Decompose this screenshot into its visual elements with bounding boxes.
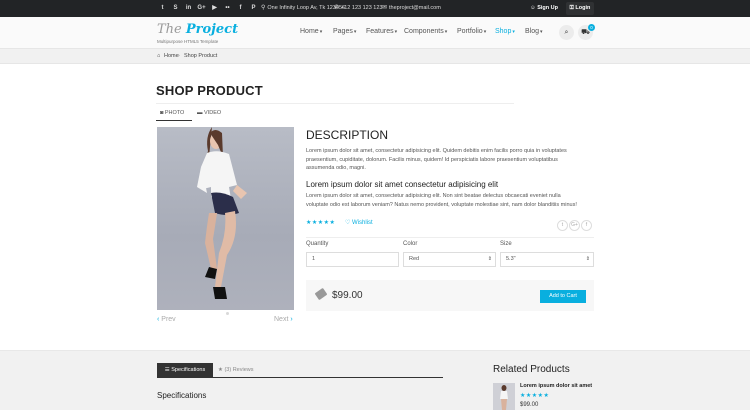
address-info: ⚲ One Infinity Loop Av, Tk 123456 [261,0,345,17]
quantity-label: Quantity [306,241,329,247]
login-button[interactable]: ⚿ Login [566,2,594,15]
phone-icon: ✆ [334,5,340,11]
home-icon: ⌂ [157,53,161,59]
breadcrumb-current: Shop Product [184,53,218,59]
nav-components[interactable]: Components▾ [404,28,447,35]
signup-label: Sign Up [537,5,558,11]
envelope-icon: ✉ [382,5,388,11]
phone-text: +12 123 123 123 [341,5,383,11]
title-divider [156,103,514,104]
rating-stars: ★★★★★ [306,220,336,226]
select-arrows-icon: ⇕ [487,256,492,262]
email-info[interactable]: ✉ theproject@mail.com [382,0,441,17]
facebook-icon[interactable]: f [235,0,246,17]
chevron-down-icon: ▾ [353,29,357,35]
logo[interactable]: The Project [157,22,238,37]
chevron-down-icon: ▾ [483,29,487,35]
video-icon: ▬ [197,110,205,116]
chevron-down-icon: ▾ [394,29,398,35]
skype-icon[interactable]: S [170,0,181,17]
top-bar: t S in G+ ▶ •• f P ⚲ One Infinity Loop Av… [0,0,750,17]
chevron-down-icon: ▾ [540,29,543,35]
logo-prefix: The [157,22,182,37]
wishlist-link[interactable]: ♡ Wishlist [345,219,373,226]
color-select[interactable]: Red ⇕ [403,252,496,267]
youtube-icon[interactable]: ▶ [209,0,220,17]
description-paragraph-1: Lorem ipsum dolor sit amet, consectetur … [306,148,567,172]
quantity-input[interactable]: 1 [306,252,399,267]
size-label: Size [500,241,512,247]
header: The Project Multipurpose HTML5 Template … [0,17,750,48]
specifications-heading: Specifications [157,391,207,400]
flickr-icon[interactable]: •• [222,0,233,17]
login-label: Login [575,5,591,11]
description-subheading: Lorem ipsum dolor sit amet consectetur a… [306,180,499,189]
carousel-dots[interactable] [221,302,231,315]
logo-main: Project [185,22,239,37]
twitter-share-icon[interactable]: t [557,220,568,231]
nav-portfolio[interactable]: Portfolio▾ [457,28,486,35]
linkedin-icon[interactable]: in [183,0,194,17]
description-heading: DESCRIPTION [306,128,389,142]
tab-reviews[interactable]: ★ (3) Reviews [218,363,254,377]
nav-shop[interactable]: Shop▾ [495,28,515,35]
active-tab-underline [156,120,192,121]
nav-home[interactable]: Home▾ [300,28,322,35]
chevron-right-icon: › [288,316,293,323]
nav-blog[interactable]: Blog▾ [525,28,543,35]
related-products-heading: Related Products [493,364,570,375]
price: $99.00 [332,290,363,301]
twitter-icon[interactable]: t [157,0,168,17]
related-product-stars: ★★★★★ [520,393,550,399]
map-marker-icon: ⚲ [261,5,266,11]
facebook-share-icon[interactable]: f [581,220,592,231]
chevron-down-icon: ▾ [512,29,515,35]
related-product-name[interactable]: Lorem ipsum dolor sit amet [520,383,592,389]
pinterest-icon[interactable]: P [248,0,259,17]
carousel-prev[interactable]: ‹ Prev [157,316,176,323]
tab-specifications[interactable]: ☰ Specifications [157,363,213,377]
tagline: Multipurpose HTML5 Template [157,39,219,44]
breadcrumb-home[interactable]: Home [164,49,179,63]
related-product-price: $99.00 [520,402,539,408]
description-paragraph-2: Lorem ipsum dolor sit amet, consectetur … [306,193,577,208]
model-figure [197,127,247,299]
tab-photo[interactable]: ◙ PHOTO [160,110,184,116]
nav-features[interactable]: Features▾ [366,28,397,35]
carousel-next[interactable]: Next › [274,316,293,323]
add-to-cart-button[interactable]: Add to Cart [540,290,586,303]
chevron-down-icon: ▾ [444,29,448,35]
tabs-underline [157,377,443,378]
related-product-thumbnail[interactable] [493,383,515,410]
tab-video[interactable]: ▬ VIDEO [197,110,221,116]
product-photo[interactable] [157,127,294,310]
google-plus-icon[interactable]: G+ [196,0,207,17]
breadcrumb-separator: › [178,53,180,59]
search-icon[interactable]: ⌕ [559,25,574,40]
nav-pages[interactable]: Pages▾ [333,28,356,35]
signup-button[interactable]: ☺ Sign Up [525,2,563,15]
google-plus-share-icon[interactable]: G+ [569,220,580,231]
page-title: SHOP PRODUCT [156,83,263,98]
divider [306,237,594,238]
breadcrumb: ⌂ Home › Shop Product [0,48,750,64]
phone-info: ✆ +12 123 123 123 [334,0,382,17]
cart-count-badge: 0 [588,24,595,31]
size-select[interactable]: 5.3" ⇕ [500,252,594,267]
email-text: theproject@mail.com [389,5,441,11]
color-label: Color [403,241,418,247]
lower-section [0,350,750,410]
select-arrows-icon: ⇕ [585,256,590,262]
chevron-down-icon: ▾ [319,29,323,35]
